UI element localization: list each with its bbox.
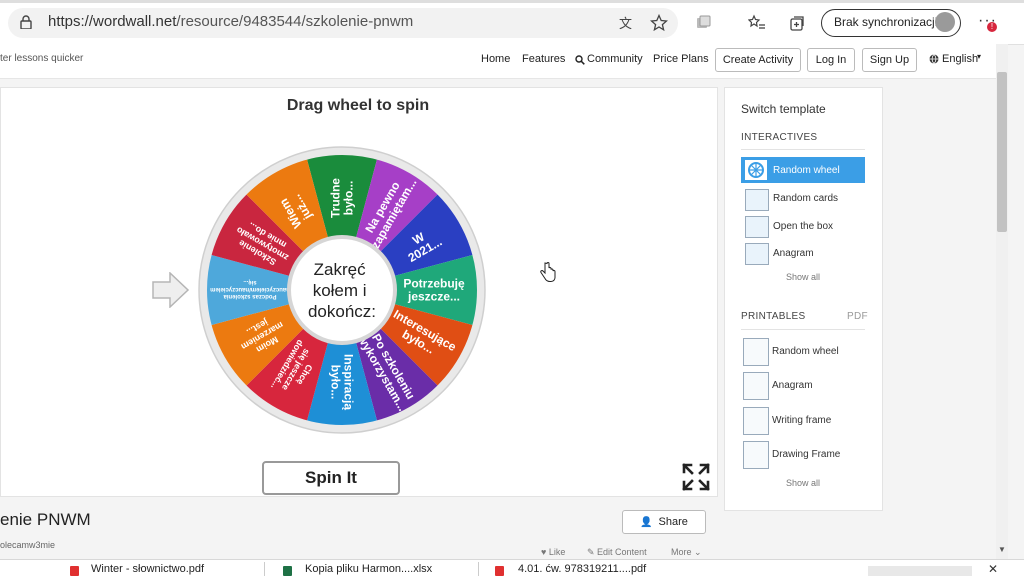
profile-avatar-icon[interactable] xyxy=(935,12,955,32)
printables-heading: PRINTABLES xyxy=(741,311,806,322)
translate-icon[interactable]: 文 xyxy=(618,14,636,32)
download-item[interactable]: Kopia pliku Harmon....xlsx xyxy=(305,563,432,575)
search-icon xyxy=(575,55,585,65)
scrollbar-thumb[interactable] xyxy=(997,72,1007,232)
chevron-down-icon: ⌄ xyxy=(691,547,702,557)
share-label: Share xyxy=(658,516,688,528)
printable-anagram-icon xyxy=(743,372,769,400)
like-button[interactable]: ♥ Like xyxy=(541,547,565,557)
more-button[interactable]: More ⌄ xyxy=(671,547,702,558)
show-all-printables-link[interactable]: Show all xyxy=(741,478,865,488)
open-the-box-icon xyxy=(745,216,769,238)
template-label: Random wheel xyxy=(773,165,840,176)
svg-text:Trudnebyło...: Trudnebyło... xyxy=(329,178,356,218)
wheel-pointer-arrow-icon xyxy=(152,272,190,308)
favorites-list-icon[interactable] xyxy=(748,14,766,32)
svg-text:Potrzebujęjeszcze...: Potrzebuję jeszcze... xyxy=(403,277,465,304)
printable-writing-frame[interactable]: Writing frame xyxy=(772,415,831,426)
sync-label: Brak synchronizacji xyxy=(834,15,938,29)
globe-icon xyxy=(929,54,939,64)
user-share-icon: 👤 xyxy=(640,517,653,528)
spin-button[interactable]: Spin It xyxy=(262,461,400,495)
address-url[interactable]: https://wordwall.net/resource/9483544/sz… xyxy=(48,13,413,30)
login-button[interactable]: Log In xyxy=(807,48,855,72)
nav-price-plans[interactable]: Price Plans xyxy=(653,53,709,65)
share-button[interactable]: 👤 Share xyxy=(622,510,706,534)
language-selector[interactable]: English xyxy=(942,53,978,65)
heart-icon: ♥ xyxy=(541,547,549,557)
anagram-icon xyxy=(745,243,769,265)
chevron-down-icon: ▾ xyxy=(977,52,982,61)
favorite-star-icon[interactable] xyxy=(650,14,668,32)
activity-title: enie PNWM xyxy=(0,510,91,529)
printable-drawing-frame[interactable]: Drawing Frame xyxy=(772,449,840,460)
nav-features[interactable]: Features xyxy=(522,53,565,65)
switch-template-heading: Switch template xyxy=(741,102,826,116)
interactives-heading: INTERACTIVES xyxy=(741,132,818,143)
activity-instruction: Drag wheel to spin xyxy=(286,97,430,114)
edit-content-button[interactable]: ✎ Edit Content xyxy=(587,547,647,558)
notification-badge: ! xyxy=(987,22,997,32)
extensions-icon[interactable] xyxy=(694,14,712,32)
site-tagline: ter lessons quicker xyxy=(0,53,84,64)
spin-wheel[interactable]: Trudnebyło... Na pewnozapamiętam...W2021.… xyxy=(198,146,486,434)
printable-drawing-frame-icon xyxy=(743,441,769,469)
download-item[interactable]: Winter - słownictwo.pdf xyxy=(91,563,204,575)
create-activity-button[interactable]: Create Activity xyxy=(715,48,801,72)
svg-text:文: 文 xyxy=(619,17,632,32)
template-open-the-box[interactable]: Open the box xyxy=(773,221,833,232)
hand-cursor-icon xyxy=(540,261,556,282)
collections-icon[interactable] xyxy=(788,14,806,32)
activity-author[interactable]: olecamw3mie xyxy=(0,540,55,550)
excel-file-icon xyxy=(283,566,292,576)
divider xyxy=(264,562,265,576)
close-icon[interactable]: ✕ xyxy=(988,562,998,576)
show-all-interactives-link[interactable]: Show all xyxy=(741,272,865,282)
divider xyxy=(478,562,479,576)
random-cards-icon xyxy=(745,189,769,211)
printable-random-wheel-icon xyxy=(743,338,769,366)
download-item[interactable]: 4.01. ćw. 978319211....pdf xyxy=(518,563,646,575)
lock-icon xyxy=(20,15,32,29)
printable-writing-frame-icon xyxy=(743,407,769,435)
nav-home[interactable]: Home xyxy=(481,53,510,65)
signup-button[interactable]: Sign Up xyxy=(862,48,917,72)
scroll-down-icon[interactable]: ▼ xyxy=(998,545,1006,554)
pdf-file-icon xyxy=(70,566,79,576)
random-wheel-icon xyxy=(745,160,767,180)
pencil-icon: ✎ xyxy=(587,547,598,557)
printable-anagram[interactable]: Anagram xyxy=(772,380,813,391)
show-all-downloads-button[interactable] xyxy=(868,566,972,576)
printable-random-wheel[interactable]: Random wheel xyxy=(772,346,839,357)
divider xyxy=(741,329,865,330)
pdf-label: PDF xyxy=(847,311,868,322)
pdf-file-icon xyxy=(495,566,504,576)
wheel-segment-label: Trudnebyło... xyxy=(329,178,356,218)
nav-community[interactable]: Community xyxy=(587,53,643,65)
wheel-segment-label: Potrzebuję jeszcze... xyxy=(403,277,465,304)
wheel-center-label: Zakręć kołem i dokończ: xyxy=(308,260,376,321)
template-anagram[interactable]: Anagram xyxy=(773,248,814,259)
tab-strip-edge xyxy=(0,0,1024,3)
template-random-cards[interactable]: Random cards xyxy=(773,193,838,204)
divider xyxy=(741,149,865,150)
fullscreen-icon[interactable] xyxy=(681,462,711,492)
